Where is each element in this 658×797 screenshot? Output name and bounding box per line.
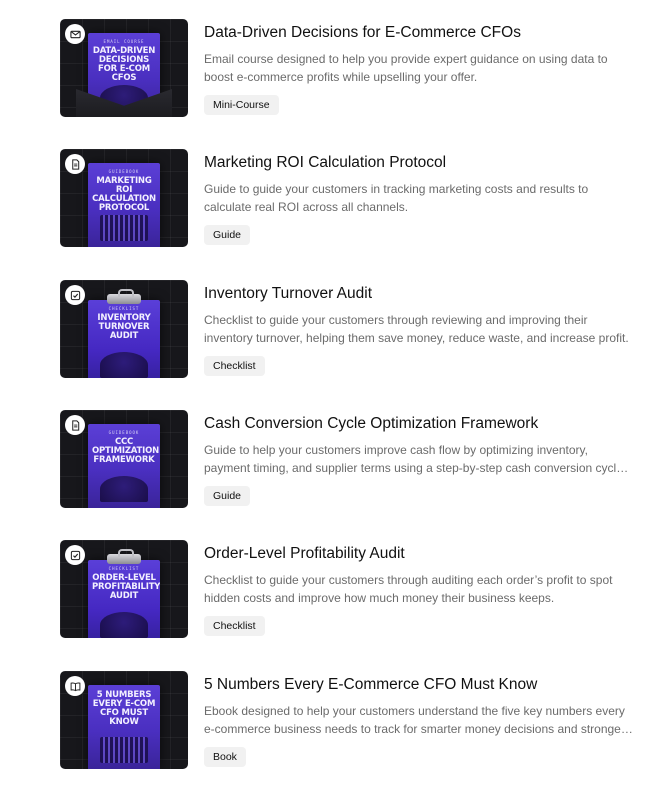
cover-title: INVENTORY TURNOVER AUDIT <box>97 313 151 341</box>
item-title[interactable]: Cash Conversion Cycle Optimization Frame… <box>204 414 644 434</box>
document-icon <box>65 415 85 435</box>
item-content: Marketing ROI Calculation Protocol Guide… <box>204 149 644 245</box>
item-type-tag: Checklist <box>204 356 265 376</box>
product-thumbnail[interactable]: GUIDEBOOK CCC OPTIMIZATION FRAMEWORK <box>60 410 188 508</box>
clipboard-clip <box>107 549 141 564</box>
product-thumbnail[interactable]: EMAIL COURSE DATA-DRIVEN DECISIONS FOR E… <box>60 19 188 117</box>
item-type-tag: Book <box>204 747 246 767</box>
list-item[interactable]: GUIDEBOOK MARKETING ROI CALCULATION PROT… <box>60 149 650 249</box>
cover-kicker: GUIDEBOOK <box>108 169 140 174</box>
cover-art <box>100 612 148 638</box>
checklist-icon <box>65 285 85 305</box>
cover-title: CCC OPTIMIZATION FRAMEWORK <box>92 437 160 465</box>
cover-art <box>100 476 148 502</box>
cover-title: 5 NUMBERS EVERY E-COM CFO MUST KNOW <box>92 690 156 727</box>
list-item[interactable]: 5 NUMBERS EVERY E-COM CFO MUST KNOW 5 Nu… <box>60 671 650 771</box>
cover-art <box>100 215 148 241</box>
item-description: Guide to help your customers improve cas… <box>204 443 623 475</box>
item-content: Cash Conversion Cycle Optimization Frame… <box>204 410 644 506</box>
cover-art <box>100 737 148 763</box>
cover-kicker: CHECKLIST <box>108 566 140 571</box>
item-description: Ebook designed to help your customers un… <box>204 704 625 736</box>
product-thumbnail[interactable]: CHECKLIST ORDER-LEVEL PROFITABILITY AUDI… <box>60 540 188 638</box>
item-description: Guide to guide your customers in trackin… <box>204 182 589 214</box>
item-content: Data-Driven Decisions for E-Commerce CFO… <box>204 19 644 115</box>
item-type-tag: Guide <box>204 225 251 245</box>
checklist-icon <box>65 545 85 565</box>
cover-kicker: GUIDEBOOK <box>108 430 140 435</box>
item-content: 5 Numbers Every E-Commerce CFO Must Know… <box>204 671 644 767</box>
book-icon <box>65 676 85 696</box>
product-cover: CHECKLIST ORDER-LEVEL PROFITABILITY AUDI… <box>88 560 160 638</box>
item-description: Checklist to guide your customers throug… <box>204 313 629 345</box>
product-cover: CHECKLIST INVENTORY TURNOVER AUDIT <box>88 300 160 378</box>
item-content: Inventory Turnover Audit Checklist to gu… <box>204 280 644 376</box>
item-title[interactable]: 5 Numbers Every E-Commerce CFO Must Know <box>204 675 644 695</box>
item-title[interactable]: Order-Level Profitability Audit <box>204 544 644 564</box>
item-type-tag: Guide <box>204 486 251 506</box>
cover-title: DATA-DRIVEN DECISIONS FOR E-COM CFOS <box>92 46 156 83</box>
product-thumbnail[interactable]: 5 NUMBERS EVERY E-COM CFO MUST KNOW <box>60 671 188 769</box>
item-description: Checklist to guide your customers throug… <box>204 573 613 605</box>
cover-title: MARKETING ROI CALCULATION PROTOCOL <box>92 176 156 213</box>
cover-kicker: CHECKLIST <box>108 306 140 311</box>
item-content: Order-Level Profitability Audit Checklis… <box>204 540 644 636</box>
product-thumbnail[interactable]: GUIDEBOOK MARKETING ROI CALCULATION PROT… <box>60 149 188 247</box>
item-type-tag: Checklist <box>204 616 265 636</box>
list-item[interactable]: GUIDEBOOK CCC OPTIMIZATION FRAMEWORK Cas… <box>60 410 650 510</box>
list-item[interactable]: CHECKLIST INVENTORY TURNOVER AUDIT Inven… <box>60 280 650 380</box>
document-icon <box>65 154 85 174</box>
cover-art <box>100 352 148 378</box>
item-title[interactable]: Data-Driven Decisions for E-Commerce CFO… <box>204 23 644 43</box>
item-description: Email course designed to help you provid… <box>204 52 608 84</box>
product-cover: GUIDEBOOK CCC OPTIMIZATION FRAMEWORK <box>88 424 160 508</box>
product-cover: GUIDEBOOK MARKETING ROI CALCULATION PROT… <box>88 163 160 247</box>
list-item[interactable]: EMAIL COURSE DATA-DRIVEN DECISIONS FOR E… <box>60 19 650 119</box>
list-item[interactable]: CHECKLIST ORDER-LEVEL PROFITABILITY AUDI… <box>60 540 650 640</box>
product-thumbnail[interactable]: CHECKLIST INVENTORY TURNOVER AUDIT <box>60 280 188 378</box>
item-title[interactable]: Marketing ROI Calculation Protocol <box>204 153 644 173</box>
cover-kicker: EMAIL COURSE <box>103 39 145 44</box>
mail-icon <box>65 24 85 44</box>
product-cover: 5 NUMBERS EVERY E-COM CFO MUST KNOW <box>88 685 160 769</box>
cover-title: ORDER-LEVEL PROFITABILITY AUDIT <box>92 573 160 601</box>
item-title[interactable]: Inventory Turnover Audit <box>204 284 644 304</box>
clipboard-clip <box>107 289 141 304</box>
item-type-tag: Mini-Course <box>204 95 279 115</box>
